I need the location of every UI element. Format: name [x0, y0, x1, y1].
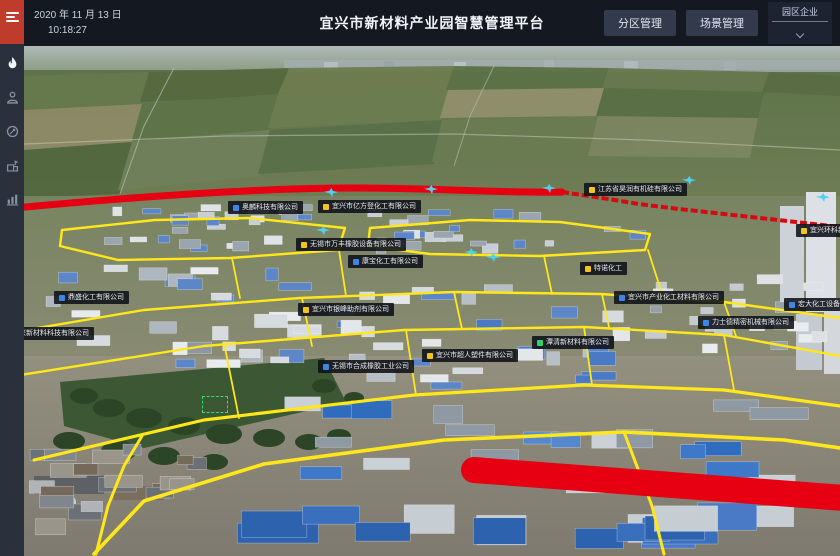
company-label[interactable]: 潭清新材料有限公司	[532, 336, 614, 349]
company-label[interactable]: 宜兴市亿方登化工有限公司	[318, 200, 421, 213]
company-label[interactable]: 宜兴市银峰助剂有限公司	[298, 303, 394, 316]
company-icon	[619, 295, 625, 301]
company-icon	[537, 340, 543, 346]
company-label[interactable]: 宏大化工设备有限公司	[784, 298, 840, 311]
company-icon	[589, 187, 595, 193]
company-label-text: 无锡市合成橡胶工业公司	[332, 363, 409, 370]
personnel-button[interactable]	[5, 90, 19, 104]
gauge-icon	[6, 125, 19, 138]
company-label-text: 康宝化工有限公司	[362, 258, 418, 265]
vehicle-marker-icon[interactable]	[464, 248, 478, 257]
company-label[interactable]: 无锡市合成橡胶工业公司	[318, 360, 414, 373]
map-3d-view[interactable]: 奥麟科技有限公司 宜兴市亿方登化工有限公司无锡市万丰橡胶设备有限公司康宝化工有限公…	[24, 46, 840, 556]
company-label[interactable]: 宜兴市产业化工材料有限公司	[614, 291, 724, 304]
statistics-button[interactable]	[5, 192, 19, 206]
company-icon	[427, 353, 433, 359]
company-icon	[323, 204, 329, 210]
divider	[772, 21, 828, 22]
company-icon	[323, 364, 329, 370]
park-enterprise-dropdown[interactable]: 园区企业	[768, 2, 832, 44]
company-label[interactable]: 无锡市万丰橡胶设备有限公司	[296, 238, 406, 251]
left-sidebar	[0, 0, 24, 556]
company-label-text: 潭清新材料有限公司	[546, 339, 609, 346]
vehicle-marker-icon[interactable]	[324, 188, 338, 197]
menu-icon	[6, 10, 19, 24]
company-label[interactable]: 江苏省昊润有机硅有限公司	[584, 183, 687, 196]
company-icon	[703, 320, 709, 326]
company-icon	[353, 259, 359, 265]
menu-button[interactable]	[0, 0, 24, 44]
map-overlay: 奥麟科技有限公司 宜兴市亿方登化工有限公司无锡市万丰橡胶设备有限公司康宝化工有限公…	[24, 46, 840, 556]
scene-manage-button[interactable]: 场景管理	[686, 10, 758, 36]
company-icon	[789, 302, 795, 308]
company-label[interactable]: 奥麟科技有限公司	[228, 201, 303, 214]
company-label[interactable]: 宜兴新材料科技有限公司	[24, 327, 94, 340]
company-label[interactable]: 宜兴环科新材料有限公司	[796, 224, 840, 237]
vehicle-marker-icon[interactable]	[542, 184, 556, 193]
factory-icon	[6, 159, 19, 172]
company-label[interactable]: 鼎盛化工有限公司	[54, 291, 129, 304]
company-label[interactable]: 宜兴市超人塑件有限公司	[422, 349, 518, 362]
company-label-text: 奥麟科技有限公司	[242, 204, 298, 211]
company-icon	[801, 228, 807, 234]
vehicle-marker-icon[interactable]	[816, 193, 830, 202]
dropdown-label: 园区企业	[772, 5, 828, 18]
bar-chart-icon	[6, 193, 19, 206]
vehicle-marker-icon[interactable]	[316, 226, 330, 235]
person-icon	[6, 91, 19, 104]
company-label[interactable]: 特诺化工	[580, 262, 627, 275]
company-label-text: 宜兴环科新材料有限公司	[810, 227, 840, 234]
company-label-text: 无锡市万丰橡胶设备有限公司	[310, 241, 401, 248]
company-icon	[303, 307, 309, 313]
fire-monitor-button[interactable]	[5, 56, 19, 70]
monitor-button[interactable]	[5, 124, 19, 138]
selection-box	[202, 396, 228, 413]
company-label-text: 宜兴市亿方登化工有限公司	[332, 203, 416, 210]
company-label-text: 宏大化工设备有限公司	[798, 301, 840, 308]
date-text: 2020 年 11 月 13 日	[34, 8, 122, 23]
company-icon	[301, 242, 307, 248]
vehicle-marker-icon[interactable]	[424, 185, 438, 194]
company-label-text: 宜兴新材料科技有限公司	[24, 330, 89, 337]
app-window: 2020 年 11 月 13 日 10:18:27 宜兴市新材料产业园智慧管理平…	[0, 0, 840, 556]
company-label-text: 宜兴市银峰助剂有限公司	[312, 306, 389, 313]
company-label-text: 力士德精密机械有限公司	[712, 319, 789, 326]
company-label[interactable]: 力士德精密机械有限公司	[698, 316, 794, 329]
company-icon	[233, 205, 239, 211]
page-title: 宜兴市新材料产业园智慧管理平台	[320, 13, 545, 33]
flame-icon	[6, 57, 19, 70]
company-icon	[59, 295, 65, 301]
company-label-text: 鼎盛化工有限公司	[68, 294, 124, 301]
company-label-text: 宜兴市超人塑件有限公司	[436, 352, 513, 359]
vehicle-marker-icon[interactable]	[486, 253, 500, 262]
datetime: 2020 年 11 月 13 日 10:18:27	[34, 8, 122, 38]
enterprise-button[interactable]	[5, 158, 19, 172]
company-label-text: 特诺化工	[594, 265, 622, 272]
company-label[interactable]: 康宝化工有限公司	[348, 255, 423, 268]
zone-manage-button[interactable]: 分区管理	[604, 10, 676, 36]
company-label-text: 宜兴市产业化工材料有限公司	[628, 294, 719, 301]
company-icon	[585, 266, 591, 272]
top-bar: 2020 年 11 月 13 日 10:18:27 宜兴市新材料产业园智慧管理平…	[24, 0, 840, 46]
company-label-text: 江苏省昊润有机硅有限公司	[598, 186, 682, 193]
chevron-down-icon	[796, 30, 804, 38]
time-text: 10:18:27	[34, 23, 122, 38]
